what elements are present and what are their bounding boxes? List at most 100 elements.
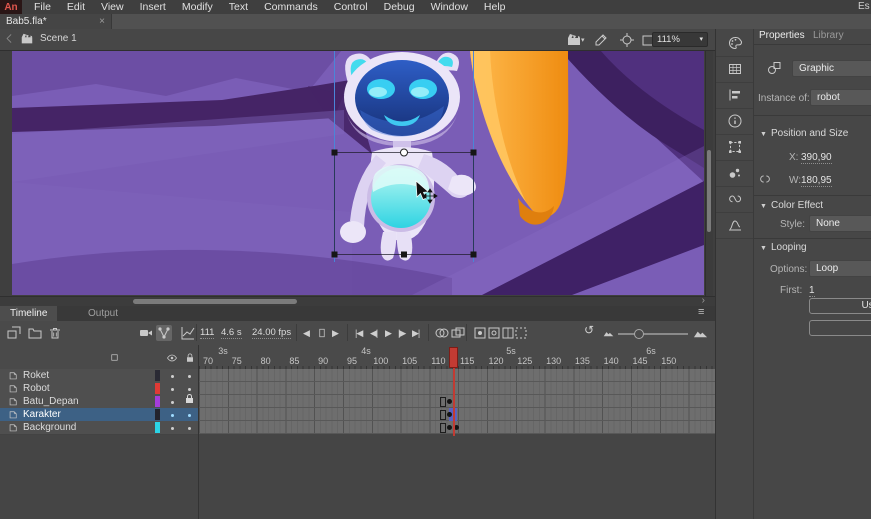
layer-graph-icon[interactable]: [180, 325, 196, 341]
camera-icon[interactable]: [138, 325, 154, 341]
layer-visibility-cell[interactable]: [164, 422, 181, 433]
layer-outline-color[interactable]: [155, 422, 160, 433]
layer-visibility-cell[interactable]: [164, 396, 181, 407]
outline-square-icon[interactable]: [109, 352, 120, 363]
new-layer-icon[interactable]: [6, 325, 22, 341]
scroll-right-icon[interactable]: ›: [702, 295, 705, 306]
elapsed-time-field[interactable]: 4.6 s: [221, 327, 242, 339]
panel-menu-icon[interactable]: ≡: [698, 306, 704, 318]
layer-lock-cell[interactable]: [181, 383, 198, 394]
unlocked-dot[interactable]: [188, 427, 191, 430]
go-to-first-frame-icon[interactable]: |◀: [355, 327, 362, 339]
edit-multiple-frames-icon[interactable]: [450, 325, 466, 341]
eye-icon[interactable]: [166, 352, 178, 364]
x-value[interactable]: 390,90: [801, 152, 832, 164]
tab-library[interactable]: Library: [813, 30, 844, 41]
close-icon[interactable]: ×: [99, 16, 105, 27]
menu-item-debug[interactable]: Debug: [376, 0, 423, 14]
keyframe-dot[interactable]: [447, 425, 452, 430]
scene-name[interactable]: Scene 1: [40, 33, 77, 44]
center-frame-icon[interactable]: [619, 32, 635, 48]
unlocked-dot[interactable]: [188, 388, 191, 391]
layer-lock-cell[interactable]: [181, 422, 198, 433]
frame-span-icon[interactable]: [513, 325, 529, 341]
lip-syncing-button[interactable]: Lip S: [809, 320, 871, 336]
keyframe-dot[interactable]: [447, 399, 452, 404]
tab-timeline[interactable]: Timeline: [0, 306, 57, 321]
large-frames-icon[interactable]: [693, 326, 708, 341]
loop-icon[interactable]: ↺: [584, 324, 593, 336]
menu-item-file[interactable]: File: [26, 0, 59, 14]
play-icon[interactable]: ▶: [385, 327, 391, 339]
layer-outline-color[interactable]: [155, 383, 160, 394]
menu-item-control[interactable]: Control: [326, 0, 376, 14]
new-folder-icon[interactable]: [27, 325, 43, 341]
collapse-triangle-icon[interactable]: ▼: [760, 131, 767, 138]
motion-presets-panel-icon[interactable]: [716, 212, 754, 239]
info-panel-icon[interactable]: [716, 108, 754, 135]
keyframe-dot[interactable]: [447, 412, 452, 417]
layer-row-roket[interactable]: Roket: [0, 369, 198, 383]
scene-menu-icon[interactable]: [566, 32, 582, 48]
delete-icon[interactable]: [47, 325, 63, 341]
loop-options-select[interactable]: Loop: [809, 260, 871, 277]
color-effect-title[interactable]: Color Effect: [771, 200, 823, 211]
layer-row-karakter[interactable]: Karakter: [0, 408, 198, 422]
tab-output[interactable]: Output: [78, 306, 128, 321]
playhead-back-icon[interactable]: ◀: [303, 327, 309, 339]
layer-outline-color[interactable]: [155, 409, 160, 420]
timeline-zoom-knob[interactable]: [634, 329, 644, 339]
w-value[interactable]: 180,95: [801, 175, 832, 187]
style-select[interactable]: None: [809, 215, 871, 232]
layer-name[interactable]: Roket: [23, 370, 155, 381]
brush-library-panel-icon[interactable]: [716, 160, 754, 187]
layer-row-robot[interactable]: Robot: [0, 382, 198, 396]
frame-span-batu_depan[interactable]: [199, 395, 715, 408]
frame-span-background[interactable]: [199, 421, 715, 434]
menu-item-insert[interactable]: Insert: [132, 0, 174, 14]
small-frames-icon[interactable]: [603, 328, 614, 339]
layer-lock-cell[interactable]: [181, 409, 198, 420]
looping-title[interactable]: Looping: [771, 242, 807, 253]
edit-symbols-icon[interactable]: [593, 32, 609, 48]
back-arrow-icon[interactable]: [3, 32, 16, 45]
frames-area[interactable]: 3s4s5s6s70758085909510010511011512012513…: [199, 345, 715, 519]
layer-visibility-cell[interactable]: [164, 370, 181, 381]
menu-item-window[interactable]: Window: [423, 0, 476, 14]
layer-row-batu_depan[interactable]: Batu_Depan: [0, 395, 198, 409]
layer-row-background[interactable]: Background: [0, 421, 198, 435]
layer-visibility-cell[interactable]: [164, 409, 181, 420]
first-frame-value[interactable]: 1: [809, 285, 815, 297]
layer-name[interactable]: Karakter: [23, 409, 155, 420]
layer-outline-color[interactable]: [155, 396, 160, 407]
scrollbar-thumb[interactable]: [133, 299, 297, 304]
lock-icon[interactable]: [184, 352, 196, 364]
menu-item-text[interactable]: Text: [221, 0, 256, 14]
layer-outline-color[interactable]: [155, 370, 160, 381]
menu-item-view[interactable]: View: [93, 0, 132, 14]
current-frame-field[interactable]: 111: [200, 327, 214, 339]
step-back-icon[interactable]: ◀|: [370, 327, 377, 339]
go-to-last-frame-icon[interactable]: ▶|: [412, 327, 419, 339]
onion-skin-icon[interactable]: [434, 325, 450, 341]
lock-icon[interactable]: [186, 398, 193, 403]
cc-libraries-panel-icon[interactable]: [716, 186, 754, 213]
broken-link-icon[interactable]: [758, 172, 772, 186]
collapse-triangle-icon[interactable]: ▼: [760, 245, 767, 252]
swatches-panel-icon[interactable]: [716, 56, 754, 83]
behavior-select[interactable]: Graphic: [792, 60, 871, 77]
menu-item-edit[interactable]: Edit: [59, 0, 93, 14]
layer-lock-cell[interactable]: [181, 370, 198, 381]
frame-rate-field[interactable]: 24.00 fps: [252, 327, 291, 339]
unlocked-dot[interactable]: [188, 375, 191, 378]
frame-span-robot[interactable]: [199, 382, 715, 395]
keyframe-dot[interactable]: [454, 425, 459, 430]
zoom-level-select[interactable]: 111% ▾: [652, 32, 708, 47]
menu-item-modify[interactable]: Modify: [174, 0, 221, 14]
unlocked-dot[interactable]: [188, 414, 191, 417]
workspace-button[interactable]: Es: [858, 1, 870, 12]
stage-vertical-scrollbar[interactable]: [705, 50, 713, 296]
timeline-zoom-slider[interactable]: [618, 333, 688, 335]
align-panel-icon[interactable]: [716, 82, 754, 109]
tab-properties[interactable]: Properties: [759, 30, 805, 41]
